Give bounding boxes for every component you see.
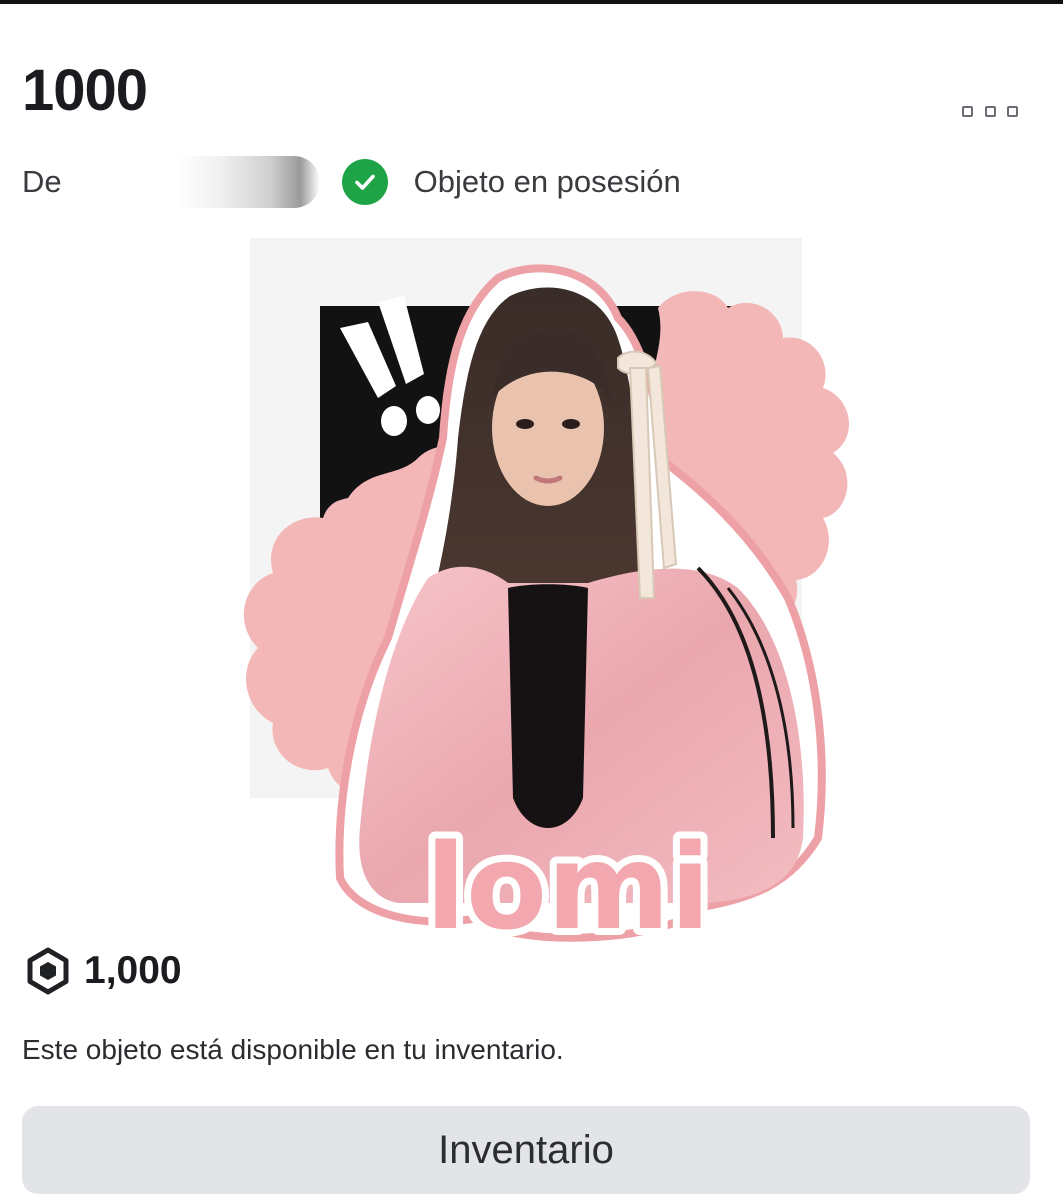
checkmark-icon — [341, 159, 388, 205]
item-title: 1000 — [22, 58, 148, 123]
more-options-dot — [1007, 105, 1018, 117]
item-thumbnail: lomi lomi — [228, 238, 908, 963]
more-options-icon[interactable] — [962, 100, 1018, 122]
creator-name-link[interactable] — [71, 156, 320, 208]
availability-text: Este objeto está disponible en tu invent… — [22, 1034, 564, 1065]
creator-row: De Objeto en posesión — [22, 152, 681, 212]
inner-top — [508, 584, 588, 828]
top-border — [0, 0, 1063, 4]
svg-text:lomi: lomi — [426, 818, 711, 950]
robux-icon — [24, 947, 72, 995]
price-row: 1,000 — [24, 946, 182, 996]
creator-prefix: De — [22, 164, 62, 199]
price-value: 1,000 — [84, 949, 182, 992]
sticker-lomi-text: lomi lomi — [419, 811, 718, 963]
more-options-dot — [962, 105, 973, 117]
owned-label: Objeto en posesión — [413, 164, 681, 199]
inventory-button[interactable]: Inventario — [22, 1106, 1030, 1194]
more-options-dot — [984, 105, 996, 117]
